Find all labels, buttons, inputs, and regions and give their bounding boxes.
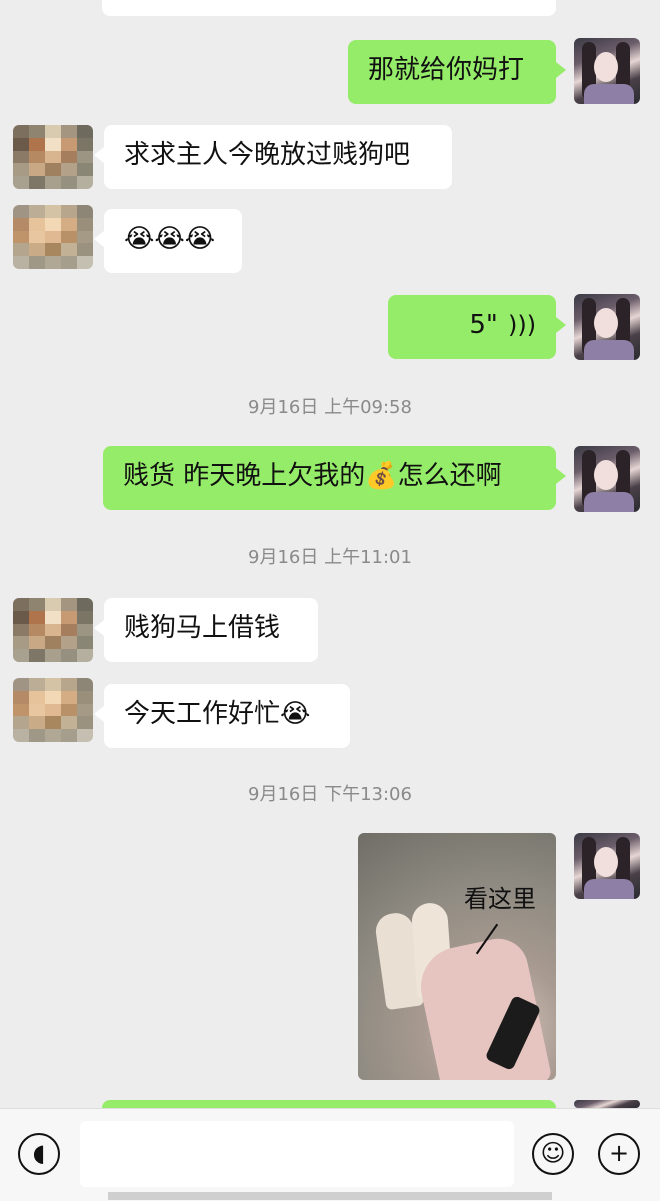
plus-icon: + [608,1139,630,1167]
self-avatar[interactable] [574,833,640,899]
contact-avatar[interactable] [13,205,93,269]
image-message[interactable]: 看这里 [358,833,556,1080]
partial-message-bubble [102,0,556,16]
voice-toggle-button[interactable]: ◖ [18,1133,60,1175]
message-bubble-incoming[interactable]: 求求主人今晚放过贱狗吧 [94,125,452,189]
avatar-face [594,460,618,490]
self-avatar[interactable] [574,446,640,512]
self-avatar[interactable] [574,294,640,360]
avatar-shirt [584,84,634,104]
chat-input-bar: ◖ ☺ + [0,1108,660,1201]
message-bubble-incoming[interactable]: 😭😭😭 [94,209,242,273]
voice-duration: 5" [469,310,498,340]
message-bubble-incoming[interactable]: 今天工作好忙😭 [94,684,350,748]
contact-avatar[interactable] [13,598,93,662]
emoji-button[interactable]: ☺ [532,1133,574,1175]
more-button[interactable]: + [598,1133,640,1175]
message-bubble-outgoing[interactable]: 贱货 昨天晚上欠我的💰怎么还啊 [103,446,566,510]
avatar-mosaic [13,598,93,662]
image-caption: 看这里 [464,885,536,913]
voice-message-bubble[interactable]: 5" ((( [388,295,566,359]
voice-icon: ◖ [32,1139,46,1167]
home-indicator [108,1192,552,1200]
self-avatar[interactable] [574,38,640,104]
message-timestamp: 9月16日 上午11:01 [248,547,412,568]
message-timestamp: 9月16日 上午09:58 [248,397,412,418]
message-timestamp: 9月16日 下午13:06 [248,784,412,805]
avatar-face [594,847,618,877]
avatar-mosaic [13,125,93,189]
avatar-shirt [584,340,634,360]
crying-emoji: 😭😭😭 [124,224,216,254]
avatar-face [594,308,618,338]
avatar-shirt [584,492,634,512]
message-bubble-outgoing[interactable]: 那就给你妈打 [348,40,566,104]
message-input[interactable] [80,1121,514,1187]
emoji-icon: ☺ [540,1139,566,1167]
voice-wave-icon: ((( [507,311,536,339]
message-bubble-incoming[interactable]: 贱狗马上借钱 [94,598,318,662]
avatar-face [594,52,618,82]
contact-avatar[interactable] [13,125,93,189]
self-avatar[interactable] [574,1100,640,1108]
contact-avatar[interactable] [13,678,93,742]
avatar-shirt [584,879,634,899]
avatar-mosaic [13,205,93,269]
avatar-mosaic [13,678,93,742]
